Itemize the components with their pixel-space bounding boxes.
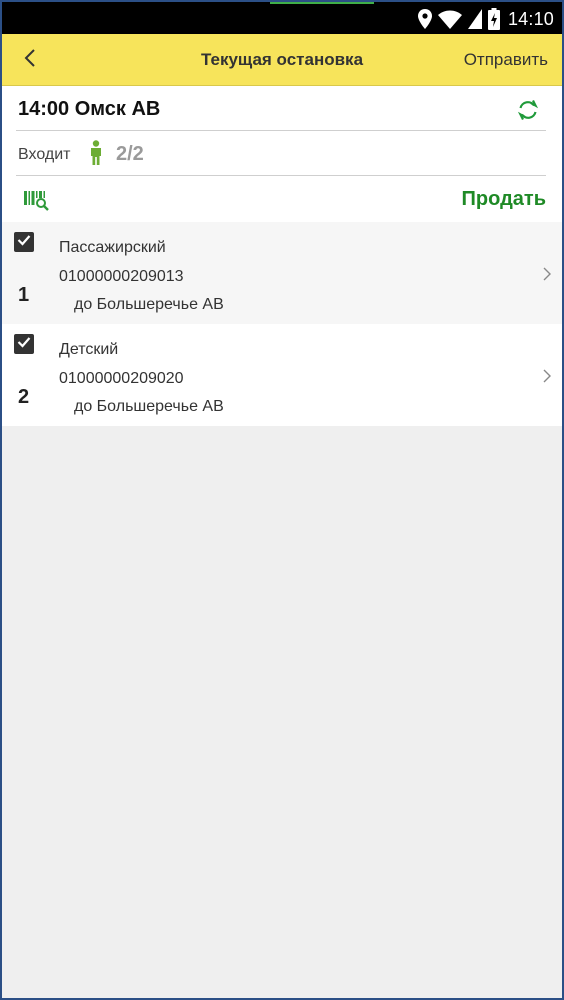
divider	[16, 175, 546, 176]
ticket-destination: до Большеречье АВ	[74, 296, 224, 313]
ticket-number: 01000000209020	[59, 370, 184, 387]
battery-charging-icon	[487, 8, 500, 30]
location-icon	[417, 9, 432, 29]
person-icon	[88, 140, 104, 171]
stop-title: 14:00 Омск АВ	[18, 98, 161, 120]
divider	[16, 130, 546, 131]
checkmark-icon	[17, 335, 31, 353]
chevron-right-icon	[540, 366, 554, 386]
ticket-destination: до Большеречье АВ	[74, 398, 224, 415]
ticket-checkbox[interactable]	[14, 334, 34, 354]
checkmark-icon	[17, 233, 31, 251]
incoming-label: Входит	[18, 146, 71, 163]
barcode-search-icon	[24, 191, 50, 215]
ticket-number: 01000000209013	[59, 268, 184, 285]
chevron-right-icon	[540, 264, 554, 284]
stop-info-panel: 14:00 Омск АВ Входит 2/2 Продать	[2, 86, 562, 222]
phone-screen: 14:10 Текущая остановка Отправить 14:00 …	[0, 0, 564, 1000]
ticket-type: Пассажирский	[59, 239, 166, 256]
status-time: 14:10	[507, 8, 554, 29]
ticket-checkbox[interactable]	[14, 232, 34, 252]
row-number: 2	[18, 386, 30, 408]
top-app-bar: Текущая остановка Отправить	[2, 34, 562, 86]
status-accent-line	[270, 2, 374, 4]
ticket-list: 1 Пассажирский 01000000209013 до Большер…	[2, 222, 562, 426]
wifi-icon	[437, 9, 462, 29]
send-button[interactable]: Отправить	[464, 50, 548, 70]
status-bar: 14:10	[2, 2, 562, 34]
refresh-icon	[516, 100, 540, 126]
barcode-search-button[interactable]	[24, 189, 50, 216]
status-icons: 14:10	[417, 7, 554, 31]
incoming-count: 2/2	[116, 143, 144, 165]
refresh-button[interactable]	[516, 98, 540, 122]
ticket-type: Детский	[59, 341, 119, 358]
signal-icon	[467, 9, 482, 29]
row-number: 1	[18, 284, 30, 306]
ticket-row[interactable]: 2 Детский 01000000209020 до Большеречье …	[2, 324, 562, 426]
ticket-row[interactable]: 1 Пассажирский 01000000209013 до Большер…	[2, 222, 562, 324]
sell-button[interactable]: Продать	[462, 188, 546, 211]
